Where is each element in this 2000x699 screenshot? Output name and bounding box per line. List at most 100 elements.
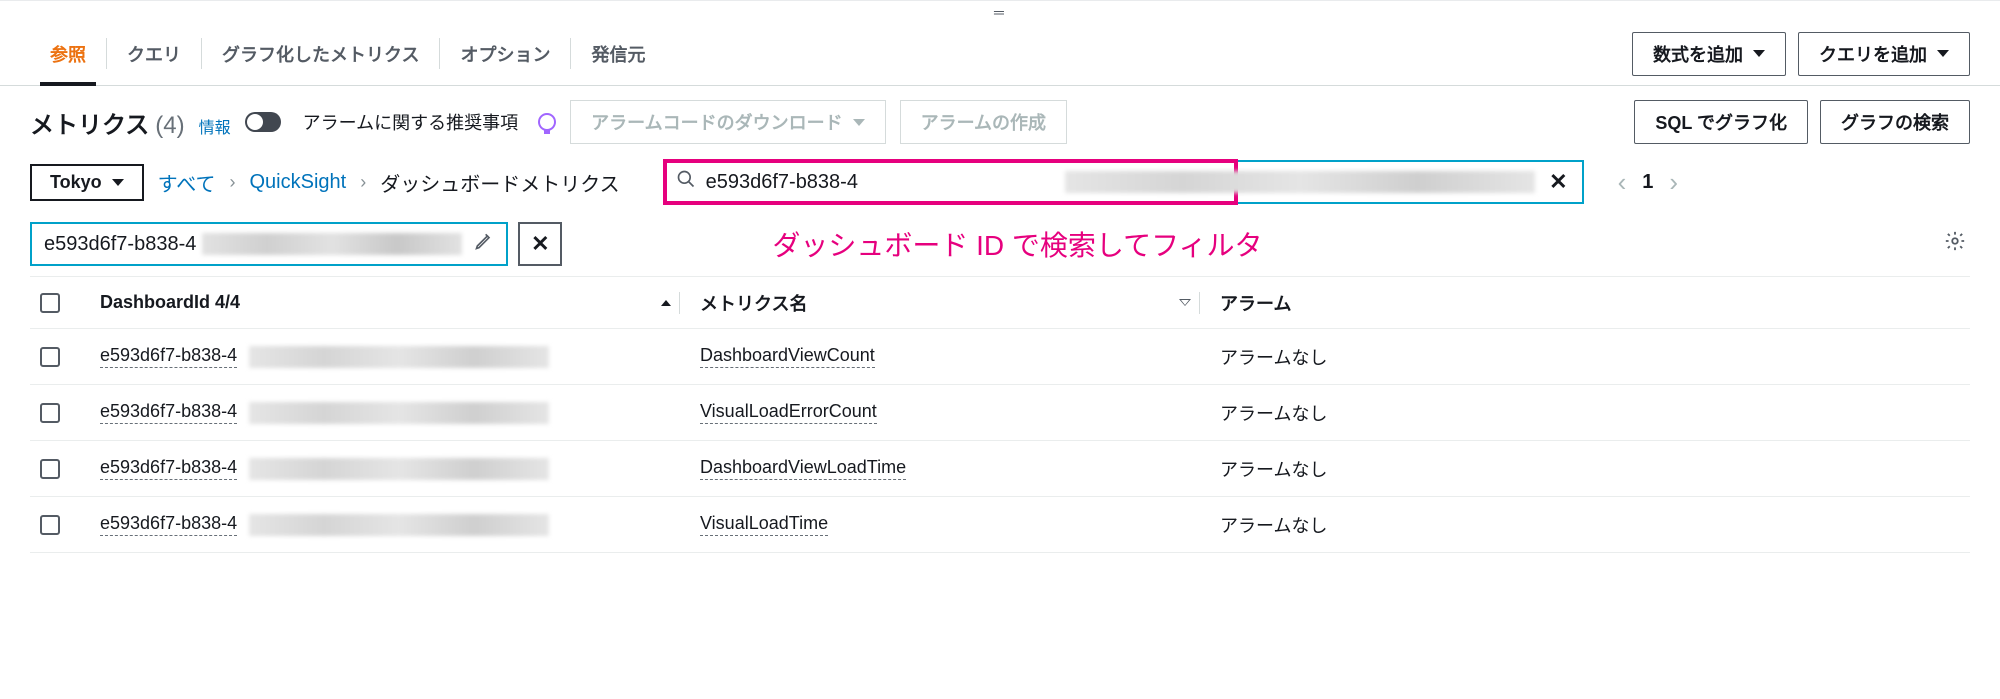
row-select-cell bbox=[30, 459, 90, 479]
prev-page-button[interactable]: ‹ bbox=[1618, 169, 1627, 195]
chevron-right-icon: › bbox=[229, 172, 235, 193]
alarm-recommendations-label: アラームに関する推奨事項 bbox=[303, 109, 518, 135]
metric-name-text: DashboardViewLoadTime bbox=[700, 457, 906, 480]
clear-search-button[interactable]: ✕ bbox=[1535, 169, 1581, 195]
dashboard-id-prefix: e593d6f7-b838-4 bbox=[100, 345, 237, 368]
dashboard-id-cell[interactable]: e593d6f7-b838-4 bbox=[90, 345, 690, 368]
chevron-right-icon: › bbox=[360, 172, 366, 193]
redacted-text bbox=[249, 346, 549, 368]
row-select-cell bbox=[30, 403, 90, 423]
redacted-text bbox=[202, 233, 462, 255]
alarm-text: アラームなし bbox=[1220, 456, 1327, 482]
col-alarm-label: アラーム bbox=[1220, 290, 1291, 316]
dashboard-id-cell[interactable]: e593d6f7-b838-4 bbox=[90, 513, 690, 536]
row-checkbox[interactable] bbox=[40, 347, 60, 367]
col-dashboard-id-label: DashboardId 4/4 bbox=[100, 292, 240, 313]
metrics-count: (4) bbox=[155, 112, 184, 140]
header-toolbar: メトリクス (4) 情報 アラームに関する推奨事項 アラームコードのダウンロード… bbox=[0, 86, 2000, 154]
select-all-checkbox[interactable] bbox=[40, 293, 60, 313]
tabs-row: 参照 クエリ グラフ化したメトリクス オプション 発信元 数式を追加 クエリを追… bbox=[0, 22, 2000, 86]
metric-name-text: VisualLoadTime bbox=[700, 513, 828, 536]
add-math-label: 数式を追加 bbox=[1653, 41, 1743, 67]
region-label: Tokyo bbox=[50, 172, 102, 193]
dashboard-id-prefix: e593d6f7-b838-4 bbox=[100, 457, 237, 480]
tab-options[interactable]: オプション bbox=[440, 22, 570, 85]
download-alarm-code-label: アラームコードのダウンロード bbox=[591, 109, 842, 135]
tab-query[interactable]: クエリ bbox=[107, 22, 201, 85]
chevron-down-icon bbox=[112, 179, 124, 186]
drag-handle-icon: ═ bbox=[994, 5, 1006, 19]
search-icon bbox=[666, 169, 706, 195]
page-title: メトリクス bbox=[30, 105, 149, 140]
settings-button[interactable] bbox=[1944, 230, 1966, 258]
row-checkbox[interactable] bbox=[40, 459, 60, 479]
sort-asc-icon bbox=[661, 300, 671, 306]
search-input[interactable] bbox=[706, 171, 1066, 194]
col-metric-name[interactable]: メトリクス名 bbox=[690, 290, 1210, 316]
row-select-cell bbox=[30, 515, 90, 535]
breadcrumb-dimension: ダッシュボードメトリクス bbox=[380, 168, 619, 197]
dashboard-id-prefix: e593d6f7-b838-4 bbox=[100, 513, 237, 536]
add-query-label: クエリを追加 bbox=[1819, 41, 1927, 67]
alarm-text: アラームなし bbox=[1220, 512, 1327, 538]
info-link[interactable]: 情報 bbox=[199, 114, 231, 138]
metric-name-cell[interactable]: VisualLoadErrorCount bbox=[690, 401, 1210, 424]
metrics-table: DashboardId 4/4 メトリクス名 アラーム e593d6f7-b83… bbox=[30, 276, 1970, 553]
add-query-button[interactable]: クエリを追加 bbox=[1798, 32, 1970, 76]
breadcrumb-row: Tokyo すべて › QuickSight › ダッシュボードメトリクス ✕ … bbox=[0, 154, 2000, 218]
table-row: e593d6f7-b838-4 DashboardViewCount アラームな… bbox=[30, 329, 1970, 385]
col-alarm[interactable]: アラーム bbox=[1210, 290, 1970, 316]
region-dropdown[interactable]: Tokyo bbox=[30, 164, 144, 201]
table-header: DashboardId 4/4 メトリクス名 アラーム bbox=[30, 277, 1970, 329]
next-page-button[interactable]: › bbox=[1669, 169, 1678, 195]
dashboard-id-prefix: e593d6f7-b838-4 bbox=[100, 401, 237, 424]
metric-name-cell[interactable]: DashboardViewLoadTime bbox=[690, 457, 1210, 480]
col-dashboard-id[interactable]: DashboardId 4/4 bbox=[90, 292, 690, 314]
select-all-cell bbox=[30, 293, 90, 313]
metric-name-text: DashboardViewCount bbox=[700, 345, 875, 368]
metric-name-cell[interactable]: DashboardViewCount bbox=[690, 345, 1210, 368]
graph-sql-button[interactable]: SQL でグラフ化 bbox=[1634, 100, 1808, 144]
add-math-button[interactable]: 数式を追加 bbox=[1632, 32, 1786, 76]
metric-name-cell[interactable]: VisualLoadTime bbox=[690, 513, 1210, 536]
alarm-cell: アラームなし bbox=[1210, 512, 1970, 538]
col-metric-name-label: メトリクス名 bbox=[700, 290, 807, 316]
col-actions bbox=[1970, 299, 2000, 306]
filter-chip-text: e593d6f7-b838-4 bbox=[44, 233, 196, 256]
edit-chip-button[interactable] bbox=[474, 231, 494, 257]
tab-source[interactable]: 発信元 bbox=[571, 22, 665, 85]
table-body: e593d6f7-b838-4 DashboardViewCount アラームな… bbox=[30, 329, 1970, 553]
table-row: e593d6f7-b838-4 VisualLoadErrorCount アラー… bbox=[30, 385, 1970, 441]
remove-chip-button[interactable]: ✕ bbox=[518, 222, 562, 266]
column-separator bbox=[1199, 292, 1200, 314]
redacted-text bbox=[249, 402, 549, 424]
dashboard-id-cell[interactable]: e593d6f7-b838-4 bbox=[90, 457, 690, 480]
alarm-recommendations-toggle[interactable] bbox=[245, 112, 281, 132]
row-checkbox[interactable] bbox=[40, 403, 60, 423]
breadcrumb-all[interactable]: すべて bbox=[158, 168, 216, 197]
row-select-cell bbox=[30, 347, 90, 367]
download-alarm-code-button: アラームコードのダウンロード bbox=[570, 100, 885, 144]
sort-icon bbox=[1179, 299, 1191, 306]
create-alarm-button: アラームの作成 bbox=[900, 100, 1067, 144]
annotation-text: ダッシュボード ID で検索してフィルタ bbox=[772, 224, 1262, 264]
filter-chip[interactable]: e593d6f7-b838-4 bbox=[30, 222, 508, 266]
dashboard-id-cell[interactable]: e593d6f7-b838-4 bbox=[90, 401, 690, 424]
breadcrumb-namespace[interactable]: QuickSight bbox=[249, 171, 346, 194]
alarm-cell: アラームなし bbox=[1210, 456, 1970, 482]
alarm-text: アラームなし bbox=[1220, 344, 1327, 370]
tab-browse[interactable]: 参照 bbox=[30, 22, 106, 85]
redacted-text bbox=[249, 458, 549, 480]
lightbulb-icon bbox=[538, 113, 556, 131]
column-separator bbox=[679, 292, 680, 314]
alarm-text: アラームなし bbox=[1220, 400, 1327, 426]
chevron-down-icon bbox=[1753, 50, 1765, 57]
redacted-text bbox=[1065, 171, 1535, 193]
page-number: 1 bbox=[1642, 171, 1653, 194]
tab-graphed-metrics[interactable]: グラフ化したメトリクス bbox=[202, 22, 439, 85]
row-checkbox[interactable] bbox=[40, 515, 60, 535]
table-row: e593d6f7-b838-4 VisualLoadTime アラームなし bbox=[30, 497, 1970, 553]
search-field[interactable]: ✕ bbox=[664, 160, 1584, 204]
search-graph-button[interactable]: グラフの検索 bbox=[1820, 100, 1970, 144]
panel-drag-handle[interactable]: ═ bbox=[0, 0, 2000, 22]
